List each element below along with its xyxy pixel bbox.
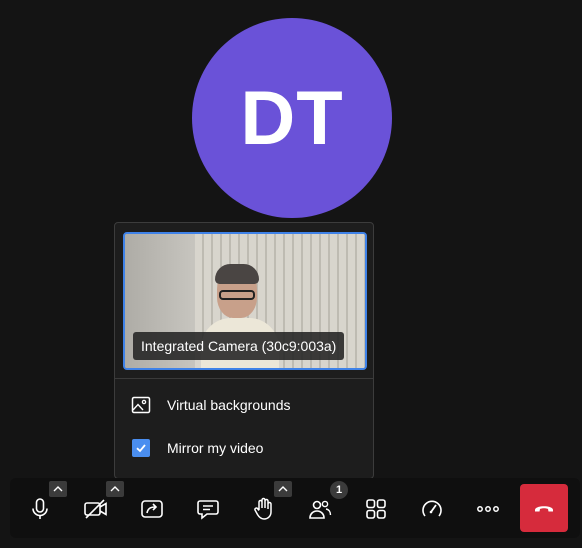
virtual-backgrounds-label: Virtual backgrounds: [167, 397, 291, 413]
camera-label: Integrated Camera (30c9:003a): [133, 332, 345, 360]
participants-count-badge: 1: [330, 481, 348, 499]
chevron-up-icon: [110, 486, 120, 492]
video-settings-popup: Integrated Camera (30c9:003a) Virtual ba…: [114, 222, 374, 479]
more-button[interactable]: [471, 492, 505, 526]
hangup-button[interactable]: [520, 484, 568, 532]
microphone-icon: [32, 498, 48, 519]
mirror-video-label: Mirror my video: [167, 440, 264, 456]
participant-avatar: DT: [192, 18, 392, 218]
popup-divider: [115, 378, 373, 379]
participants-button[interactable]: [303, 492, 337, 526]
reactions-options-caret[interactable]: [274, 481, 292, 497]
meeting-toolbar: 1: [10, 478, 580, 538]
camera-button[interactable]: [79, 492, 113, 526]
mirror-checkbox[interactable]: [131, 438, 151, 458]
raise-hand-button[interactable]: [247, 492, 281, 526]
microphone-options-caret[interactable]: [49, 481, 67, 497]
speedometer-icon: [422, 500, 442, 517]
performance-button[interactable]: [415, 492, 449, 526]
virtual-backgrounds-item[interactable]: Virtual backgrounds: [131, 395, 290, 415]
checkmark-icon: [136, 444, 146, 453]
camera-preview[interactable]: Integrated Camera (30c9:003a): [123, 232, 367, 370]
grid-icon: [366, 499, 386, 519]
avatar-initials: DT: [240, 75, 344, 161]
more-icon: [477, 506, 499, 512]
chat-icon: [197, 500, 219, 520]
mirror-video-item[interactable]: Mirror my video: [131, 438, 263, 458]
participants-icon: [309, 500, 332, 519]
hand-icon: [254, 497, 272, 520]
chat-button[interactable]: [191, 492, 225, 526]
chevron-up-icon: [53, 486, 63, 492]
tile-view-button[interactable]: [359, 492, 393, 526]
camera-options-caret[interactable]: [106, 481, 124, 497]
chevron-up-icon: [278, 486, 288, 492]
share-screen-icon: [141, 500, 163, 518]
image-icon: [131, 395, 151, 415]
microphone-button[interactable]: [23, 492, 57, 526]
phone-hangup-icon: [535, 506, 553, 512]
share-screen-button[interactable]: [135, 492, 169, 526]
camera-off-icon: [84, 499, 107, 519]
